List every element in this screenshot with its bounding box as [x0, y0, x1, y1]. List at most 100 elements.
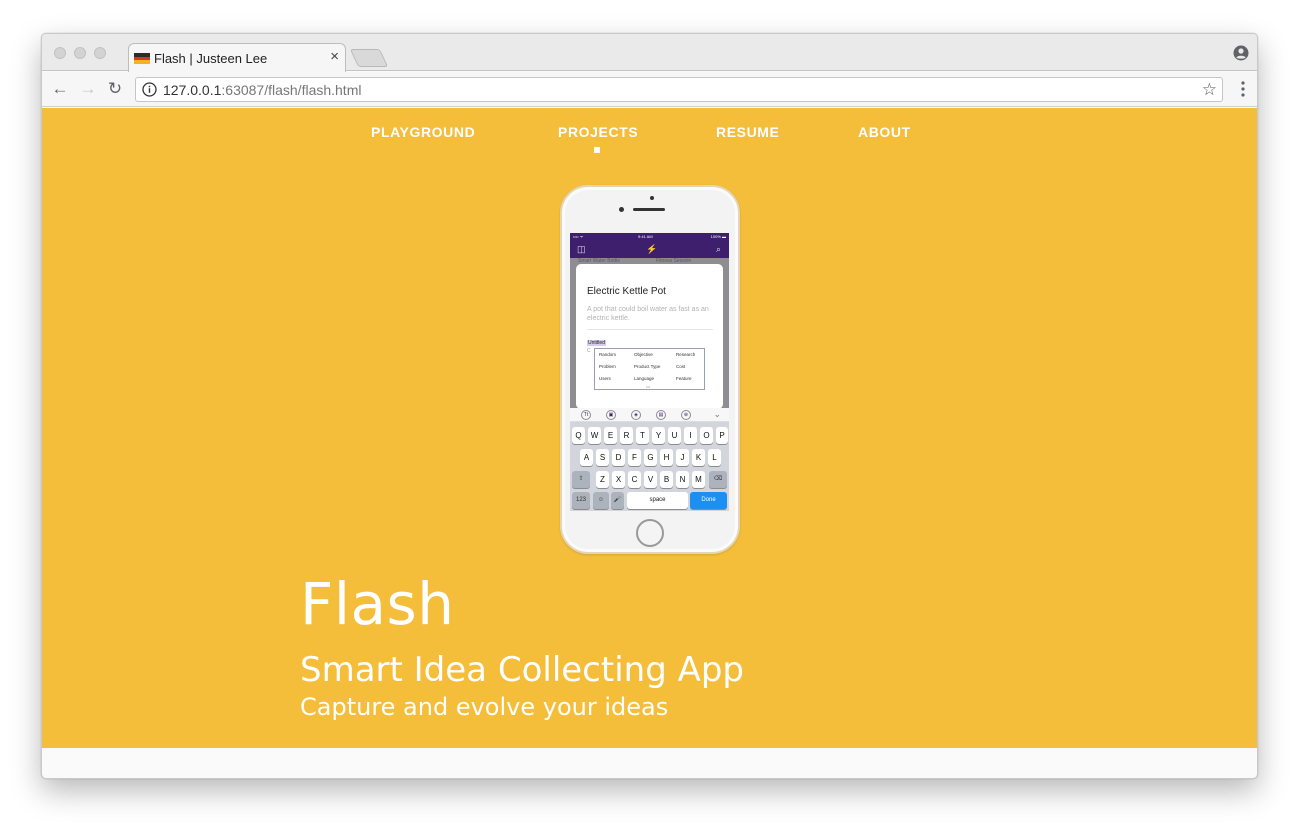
key: Q	[572, 427, 585, 444]
key: T	[636, 427, 649, 444]
nav-item-about[interactable]: ABOUT	[858, 124, 911, 140]
key: M	[692, 471, 705, 488]
site-nav: PLAYGROUND PROJECTS RESUME ABOUT	[42, 124, 1257, 144]
address-bar[interactable]: 127.0.0.1:63087/flash/flash.html ☆	[135, 77, 1223, 102]
new-tab-button[interactable]	[349, 49, 389, 67]
card-untitled: Untitled	[587, 340, 606, 346]
tag-popup: Random Objective Research Problem Produc…	[594, 348, 705, 390]
key: S	[596, 449, 609, 466]
key: E	[604, 427, 617, 444]
app-bar: ◫ ⚡ ⌕	[570, 241, 729, 258]
key: N	[676, 471, 689, 488]
card-cursor-text: C	[587, 348, 591, 354]
zoom-window-button[interactable]	[94, 47, 106, 59]
emoji-key-icon: ☺	[593, 492, 609, 509]
info-icon[interactable]	[142, 82, 157, 97]
key: Y	[652, 427, 665, 444]
numbers-key: 123	[572, 492, 590, 509]
key: K	[692, 449, 705, 466]
home-button	[636, 519, 664, 547]
key: O	[700, 427, 713, 444]
popup-option: Problem	[599, 364, 616, 369]
key: X	[612, 471, 625, 488]
space-key: space	[627, 492, 688, 509]
active-nav-indicator	[594, 147, 600, 153]
popup-option: Cost	[676, 364, 686, 369]
key: R	[620, 427, 633, 444]
popup-option: Feature	[676, 376, 692, 381]
project-tagline: Capture and evolve your ideas	[300, 693, 669, 721]
delete-key-icon: ⌫	[709, 471, 727, 488]
key: C	[628, 471, 641, 488]
format-toolbar: Tt ▣ ◈ ▤ ⊕ ⌄	[570, 408, 729, 422]
popup-option: Research	[676, 352, 696, 357]
tab-close-icon[interactable]: ×	[330, 49, 339, 65]
search-icon: ⌕	[715, 244, 721, 254]
favicon-icon	[134, 53, 150, 65]
forward-icon[interactable]: →	[79, 80, 97, 98]
tab-title: Flash | Justeen Lee	[154, 51, 268, 66]
nav-item-playground[interactable]: PLAYGROUND	[371, 124, 475, 140]
nav-item-projects[interactable]: PROJECTS	[558, 124, 638, 140]
image-icon: ▤	[656, 410, 666, 420]
text-format-icon: Tt	[581, 410, 591, 420]
done-key: Done	[690, 492, 727, 509]
card-title: Electric Kettle Pot	[587, 286, 666, 297]
phone-status-bar: •••• ᯤ 9:41 AM 100% ▬	[570, 233, 729, 241]
card-description: A pot that could boil water as fast as a…	[587, 306, 709, 322]
project-title: Flash	[300, 570, 455, 638]
browser-tab[interactable]: Flash | Justeen Lee ×	[128, 43, 346, 72]
browser-toolbar: ← → ↻ 127.0.0.1:63087/flash/flash.html ☆	[42, 72, 1257, 107]
profile-icon[interactable]	[1233, 45, 1249, 61]
key: I	[684, 427, 697, 444]
popup-option: Users	[599, 376, 611, 381]
notes-icon: ◫	[577, 244, 586, 254]
status-time: 9:41 AM	[638, 234, 653, 239]
url-path: :63087/flash/flash.html	[221, 82, 362, 98]
key: U	[668, 427, 681, 444]
browser-window: Flash | Justeen Lee × ← → ↻ 127.0.0.1:63…	[41, 33, 1258, 779]
url-text[interactable]: 127.0.0.1:63087/flash/flash.html	[163, 82, 361, 98]
status-battery: 100% ▬	[710, 234, 726, 239]
popup-option: Random	[599, 352, 617, 357]
project-subtitle: Smart Idea Collecting App	[300, 650, 745, 690]
key: B	[660, 471, 673, 488]
status-carrier: •••• ᯤ	[573, 234, 584, 239]
key: Z	[596, 471, 609, 488]
key: G	[644, 449, 657, 466]
phone-camera	[650, 196, 654, 200]
shift-key-icon: ⇧	[572, 471, 590, 488]
reload-icon[interactable]: ↻	[106, 80, 124, 98]
card-divider	[587, 329, 713, 330]
idea-card: Electric Kettle Pot A pot that could boi…	[576, 264, 723, 409]
popup-option: Language	[634, 376, 655, 381]
key: D	[612, 449, 625, 466]
key: H	[660, 449, 673, 466]
close-window-button[interactable]	[54, 47, 66, 59]
key: A	[580, 449, 593, 466]
popup-option: Objective	[634, 352, 653, 357]
phone-sensor	[619, 207, 624, 212]
bookmark-star-icon[interactable]: ☆	[1202, 80, 1217, 100]
nav-item-resume[interactable]: RESUME	[716, 124, 780, 140]
tab-strip: Flash | Justeen Lee ×	[42, 34, 1257, 72]
bolt-icon: ⚡	[646, 244, 658, 254]
phone-keyboard: Q W E R T Y U I O P A S D F G H J K L ⇧ …	[570, 423, 729, 511]
popup-option: Product Type	[634, 364, 661, 369]
minimize-window-button[interactable]	[74, 47, 86, 59]
tag-icon: ◈	[631, 410, 641, 420]
key: W	[588, 427, 601, 444]
phone-screen: •••• ᯤ 9:41 AM 100% ▬ ◫ ⚡ ⌕ Smart Water …	[570, 233, 729, 511]
chevron-down-icon: ⌄	[713, 409, 721, 419]
back-icon[interactable]: ←	[51, 80, 69, 98]
url-host: 127.0.0.1	[163, 82, 222, 98]
key: P	[716, 427, 728, 444]
kebab-menu-icon[interactable]	[1241, 81, 1245, 97]
key: J	[676, 449, 689, 466]
popup-more: •••	[646, 384, 651, 389]
page-content: PLAYGROUND PROJECTS RESUME ABOUT •••• ᯤ …	[42, 108, 1257, 748]
link-icon: ⊕	[681, 410, 691, 420]
checkbox-icon: ▣	[606, 410, 616, 420]
key: L	[708, 449, 721, 466]
phone-mockup: •••• ᯤ 9:41 AM 100% ▬ ◫ ⚡ ⌕ Smart Water …	[560, 185, 740, 554]
